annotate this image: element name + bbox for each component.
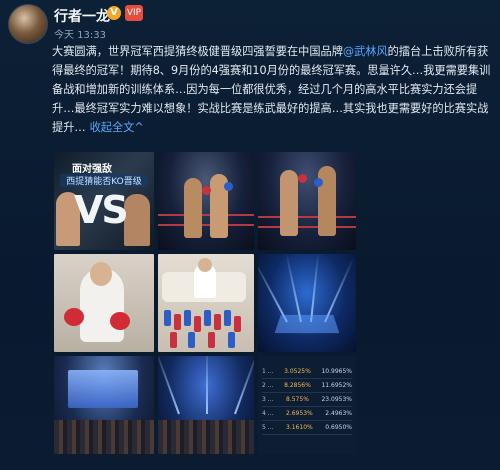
glove-icon <box>298 174 307 183</box>
light-beam <box>258 259 288 323</box>
glove-icon <box>64 308 84 326</box>
stats-cell: 2 ... <box>262 382 274 389</box>
pad-icon <box>194 316 201 332</box>
light-beam <box>324 257 355 323</box>
post-text-part-1: 大赛圆满，世界冠军西提猜终极健晋级四强誓要在中国品牌 <box>52 45 343 58</box>
glove-icon <box>224 182 233 191</box>
crowd-shape <box>54 420 154 454</box>
stats-row: 4 ... 2.6953% 2.4963% <box>262 407 352 421</box>
photo-fight-2[interactable] <box>258 152 356 250</box>
stats-row: 1 ... 3.0525% 10.9965% <box>262 365 352 379</box>
ring-rope <box>158 224 254 226</box>
stats-row: 2 ... 8.2856% 11.6952% <box>262 379 352 393</box>
photo-fight-1[interactable] <box>158 152 254 250</box>
stats-cell: 2.4963% <box>325 410 352 417</box>
fighter-figure-right <box>124 194 150 246</box>
arena-screen <box>68 370 138 408</box>
pad-icon <box>224 310 231 326</box>
vs-text: VS <box>74 188 129 232</box>
stats-cell: 3.1610% <box>286 424 313 431</box>
pad-icon <box>174 314 181 330</box>
post-time: 今天 13:33 <box>54 30 106 41</box>
boxer-figure <box>318 166 336 236</box>
crowd-shape <box>158 420 254 454</box>
glove-icon <box>110 312 130 330</box>
light-beam <box>158 356 180 415</box>
light-beam <box>310 254 320 323</box>
pad-icon <box>234 316 241 332</box>
pad-icon <box>170 332 177 348</box>
stats-cell: 3.0525% <box>284 368 311 375</box>
stats-cell: 2.6953% <box>286 410 313 417</box>
light-beam <box>234 356 254 415</box>
pad-icon <box>188 332 195 348</box>
stats-cell: 5 ... <box>262 424 274 431</box>
post-text: 大赛圆满，世界冠军西提猜终极健晋级四强誓要在中国品牌@武林风的擂台上击败所有获得… <box>52 42 496 137</box>
pad-icon <box>228 332 235 348</box>
stats-cell: 4 ... <box>262 410 274 417</box>
pad-icon <box>214 314 221 330</box>
stats-cell: 23.0953% <box>321 396 352 403</box>
mention-link[interactable]: @武林风 <box>343 45 388 58</box>
head-figure <box>90 262 112 286</box>
stats-cell: 0.6950% <box>325 424 352 431</box>
collapse-text-link[interactable]: 收起全文^ <box>90 121 144 134</box>
weibo-post: 行者一龙 V VIP 今天 13:33 大赛圆满，世界冠军西提猜终极健晋级四强誓… <box>0 0 500 470</box>
chevron-up-icon: ^ <box>134 121 144 134</box>
pad-icon <box>164 310 171 326</box>
boxer-figure <box>280 170 298 236</box>
photo-crowd-1[interactable] <box>54 356 154 454</box>
light-beam <box>285 254 302 323</box>
glove-icon <box>202 186 211 195</box>
stats-cell: 10.9965% <box>321 368 352 375</box>
photo-equipment-display[interactable] <box>158 254 254 352</box>
stats-cell: 11.6952% <box>321 382 352 389</box>
photo-man-with-gloves[interactable] <box>54 254 154 352</box>
pad-icon <box>208 332 215 348</box>
head-figure <box>198 258 212 272</box>
ring-rope <box>158 214 254 216</box>
poster-caption: 面对强敌 <box>72 164 112 175</box>
photo-arena-stage[interactable] <box>258 254 356 352</box>
avatar[interactable] <box>8 4 48 44</box>
glove-icon <box>314 178 323 187</box>
photo-vs-poster[interactable]: 面对强敌 西提猜能否KO晋级 VS <box>54 152 154 250</box>
ring-rope <box>258 216 356 218</box>
boxer-figure <box>184 178 202 238</box>
verified-badge-icon: V <box>107 6 121 20</box>
light-beam <box>206 356 208 414</box>
photo-stats-table[interactable]: 1 ... 3.0525% 10.9965% 2 ... 8.2856% 11.… <box>258 356 356 454</box>
author-name[interactable]: 行者一龙 <box>54 6 110 26</box>
stats-row: 5 ... 3.1610% 0.6950% <box>262 421 352 435</box>
poster-subtitle: 西提猜能否KO晋级 <box>60 174 148 187</box>
stats-cell: 8.2856% <box>284 382 311 389</box>
stats-row: 3 ... 8.575% 23.0953% <box>262 393 352 407</box>
pad-icon <box>184 310 191 326</box>
stage-shape <box>274 314 340 334</box>
stats-cell: 8.575% <box>286 396 309 403</box>
stats-cell: 3 ... <box>262 396 274 403</box>
pad-icon <box>204 310 211 326</box>
collapse-text-label: 收起全文 <box>89 121 135 134</box>
photo-crowd-2[interactable] <box>158 356 254 454</box>
stats-table: 1 ... 3.0525% 10.9965% 2 ... 8.2856% 11.… <box>262 362 352 435</box>
photo-grid: 面对强敌 西提猜能否KO晋级 VS 1 ... 3.0525% 10.9965%… <box>54 152 356 454</box>
stats-cell: 1 ... <box>262 368 274 375</box>
vip-badge-icon: VIP <box>125 5 143 21</box>
ring-rope <box>258 226 356 228</box>
